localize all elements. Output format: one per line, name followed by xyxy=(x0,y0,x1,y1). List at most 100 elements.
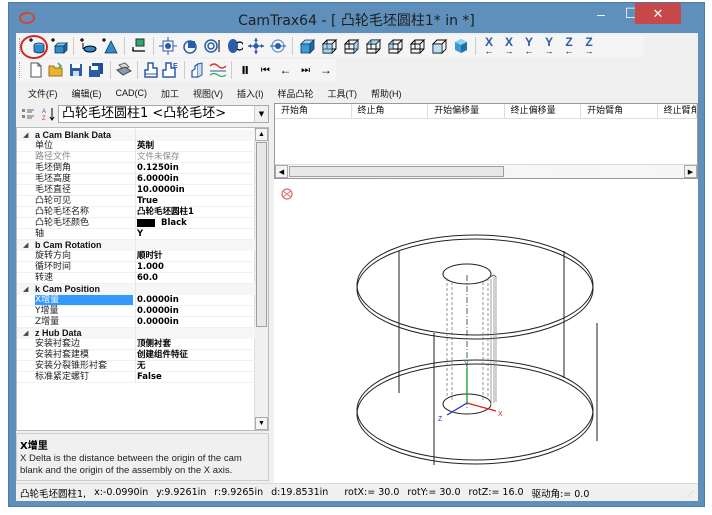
collapse-triangle-icon[interactable]: ◢ xyxy=(23,328,28,339)
fast-forward-button[interactable]: ⏭ xyxy=(296,60,316,80)
view-shaded-cube-button[interactable] xyxy=(450,36,472,56)
resize-grip-icon[interactable]: ⋰ xyxy=(687,490,694,498)
menu-sample-cam[interactable]: 样品凸轮 xyxy=(278,87,314,100)
view-x-negative-button[interactable]: X ← xyxy=(479,36,499,56)
property-value-text: 1.000 xyxy=(137,262,164,272)
scroll-up-arrow-icon[interactable]: ▲ xyxy=(255,128,268,141)
x-axis-line xyxy=(466,402,497,412)
title-bar[interactable]: CamTrax64 - [ 凸轮毛坯圆柱1* in *] – ☐ ✕ xyxy=(9,3,704,33)
menu-file[interactable]: 文件(F) xyxy=(28,87,58,100)
scroll-right-arrow-icon[interactable]: ▶ xyxy=(684,165,697,178)
view-z-negative-button[interactable]: Z ← xyxy=(559,36,579,56)
status-drive-angle: 驱动角:= 0.0 xyxy=(531,488,590,500)
categorized-view-button[interactable] xyxy=(19,105,37,123)
add-box-blank-button[interactable] xyxy=(48,36,70,56)
property-category[interactable]: ◢ a Cam Blank Data xyxy=(17,130,255,141)
view-z-positive-button[interactable]: Z → xyxy=(579,36,599,56)
view-iso-wire-2-button[interactable] xyxy=(340,36,362,56)
view-y-positive-button[interactable]: Y → xyxy=(539,36,559,56)
step-back-button[interactable]: ← xyxy=(275,60,295,80)
menu-tools[interactable]: 工具(T) xyxy=(328,87,358,100)
toolbar-grip[interactable] xyxy=(19,38,22,54)
open-file-button[interactable] xyxy=(46,60,66,80)
minimize-button[interactable]: – xyxy=(587,3,615,24)
toolbar-separator xyxy=(124,37,125,55)
collapse-triangle-icon[interactable]: ◢ xyxy=(23,240,28,251)
insert-screen-icon xyxy=(132,38,145,52)
motion-curve-icon xyxy=(209,63,227,78)
disc-plus-icon xyxy=(80,38,97,53)
property-grid-scrollbar[interactable]: ▲ ▼ xyxy=(254,128,268,430)
insert-item-button[interactable] xyxy=(128,36,150,56)
column-start-angle[interactable]: 开始角 xyxy=(275,104,352,119)
print-button[interactable] xyxy=(113,60,133,80)
save-button[interactable] xyxy=(66,60,86,80)
pan-arrows-icon xyxy=(248,38,264,54)
view-y-negative-button[interactable]: Y ← xyxy=(519,36,539,56)
collapse-triangle-icon[interactable]: ◢ xyxy=(23,284,28,295)
property-category[interactable]: ◢ z Hub Data xyxy=(17,328,255,339)
menu-machining[interactable]: 加工 xyxy=(161,87,179,100)
x-axis-label: X xyxy=(498,411,503,418)
extrude-button[interactable] xyxy=(188,60,208,80)
alphabetical-sort-button[interactable]: AZ xyxy=(40,105,58,123)
rewind-start-button[interactable]: ⏮ xyxy=(255,60,275,80)
step-forward-button[interactable]: → xyxy=(316,60,336,80)
scroll-left-arrow-icon[interactable]: ◀ xyxy=(275,165,288,178)
pause-button[interactable]: Ⅱ xyxy=(235,60,255,80)
toolbar-separator xyxy=(73,37,74,55)
zoom-fit-button[interactable] xyxy=(157,36,179,56)
view-iso-wire-3-button[interactable] xyxy=(362,36,384,56)
toolbar-grip[interactable] xyxy=(19,62,22,78)
scroll-down-arrow-icon[interactable]: ▼ xyxy=(255,417,268,430)
column-start-arm-angle[interactable]: 开始臂角 xyxy=(581,104,658,119)
add-disc-blank-button[interactable] xyxy=(77,36,99,56)
cam-follower-button[interactable] xyxy=(141,60,161,80)
motion-profile-button[interactable] xyxy=(208,60,228,80)
column-start-offset[interactable]: 开始偏移量 xyxy=(428,104,505,119)
orbit-view-button[interactable] xyxy=(267,36,289,56)
property-category[interactable]: ◢ k Cam Position xyxy=(17,284,255,295)
column-end-angle[interactable]: 终止角 xyxy=(352,104,429,119)
new-file-button[interactable] xyxy=(26,60,46,80)
close-button[interactable]: ✕ xyxy=(635,3,681,24)
scrollbar-thumb[interactable] xyxy=(289,166,504,177)
menu-edit[interactable]: 编辑(E) xyxy=(72,87,102,100)
category-label: k Cam Position xyxy=(35,284,101,294)
spin-view-button[interactable] xyxy=(223,36,245,56)
zoom-window-button[interactable] xyxy=(201,36,223,56)
view-x-positive-button[interactable]: X → xyxy=(499,36,519,56)
cam-follower-e-button[interactable]: E xyxy=(161,60,181,80)
view-iso-shaded-button[interactable] xyxy=(296,36,318,56)
arrow-left-icon: ← xyxy=(524,46,534,56)
column-end-offset[interactable]: 终止偏移量 xyxy=(505,104,582,119)
save-all-button[interactable] xyxy=(86,60,106,80)
property-category[interactable]: ◢ b Cam Rotation xyxy=(17,240,255,251)
dropdown-arrow-icon[interactable]: ▼ xyxy=(254,106,268,122)
pan-view-button[interactable] xyxy=(245,36,267,56)
svg-text:E: E xyxy=(173,63,178,70)
view-iso-wire-4-button[interactable] xyxy=(384,36,406,56)
category-label: b Cam Rotation xyxy=(35,240,102,250)
collapse-triangle-icon[interactable]: ◢ xyxy=(23,130,28,141)
menu-cad[interactable]: CAD(C) xyxy=(116,88,148,98)
segment-list-view[interactable]: 开始角 终止角 开始偏移量 终止偏移量 开始臂角 终止臂角 ◀ ▶ xyxy=(274,103,698,179)
view-iso-wire-6-button[interactable] xyxy=(428,36,450,56)
menu-insert[interactable]: 插入(I) xyxy=(237,87,264,100)
3d-viewport[interactable]: Y X Z xyxy=(274,183,698,483)
menu-view[interactable]: 视图(V) xyxy=(193,87,223,100)
add-cylinder-blank-button[interactable] xyxy=(26,36,48,56)
rotate-view-button[interactable] xyxy=(179,36,201,56)
z-axis-label: Z xyxy=(438,416,443,423)
property-description: X增里 X Delta is the distance between the … xyxy=(16,433,269,481)
add-cone-blank-button[interactable] xyxy=(99,36,121,56)
menu-help[interactable]: 帮助(H) xyxy=(371,87,402,100)
list-horizontal-scrollbar[interactable]: ◀ ▶ xyxy=(275,164,697,178)
object-selector-combo[interactable]: 凸轮毛坯圆柱1 <凸轮毛坯> ▼ xyxy=(58,105,269,123)
property-value-text: Black xyxy=(161,218,187,228)
save-disk-icon xyxy=(70,64,83,76)
view-iso-wire-1-button[interactable] xyxy=(318,36,340,56)
column-end-arm-angle[interactable]: 终止臂角 xyxy=(658,104,697,119)
view-iso-wire-5-button[interactable] xyxy=(406,36,428,56)
scrollbar-thumb[interactable] xyxy=(256,142,267,327)
